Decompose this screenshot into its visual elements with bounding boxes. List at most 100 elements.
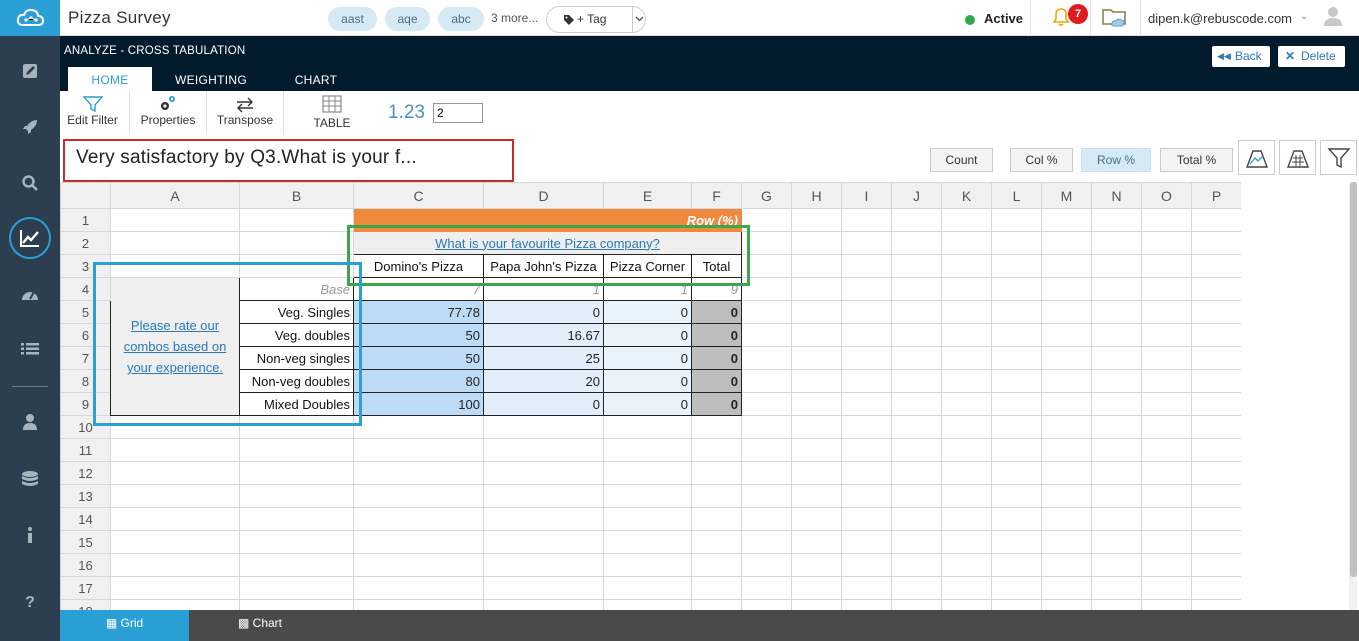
value-cell[interactable]: 0 xyxy=(603,323,692,347)
user-email[interactable]: dipen.k@rebuscode.com xyxy=(1148,11,1292,26)
grid-cell[interactable] xyxy=(353,530,484,554)
grid-cell[interactable] xyxy=(991,392,1042,416)
grid-cell[interactable] xyxy=(1091,231,1142,255)
delete-button[interactable]: ✕ Delete xyxy=(1278,46,1345,67)
grid-cell[interactable] xyxy=(791,277,842,301)
add-tag-button[interactable]: + Tag xyxy=(546,6,646,33)
grid-cell[interactable] xyxy=(841,599,892,610)
grid-cell[interactable] xyxy=(841,369,892,393)
grid-cell[interactable] xyxy=(1141,599,1192,610)
grid-cell[interactable] xyxy=(841,415,892,439)
grid-cell[interactable] xyxy=(1041,415,1092,439)
grid-cell[interactable] xyxy=(841,461,892,485)
grid-cell[interactable] xyxy=(239,599,354,610)
grid-cell[interactable] xyxy=(1041,507,1092,531)
grid-cell[interactable] xyxy=(110,576,240,600)
grid-cell[interactable] xyxy=(1191,369,1241,393)
grid-cell[interactable] xyxy=(841,323,892,347)
grid-cell[interactable] xyxy=(691,553,742,577)
grid-cell[interactable] xyxy=(791,461,842,485)
grid-cell[interactable] xyxy=(691,576,742,600)
grid-cell[interactable] xyxy=(1141,231,1192,255)
grid-cell[interactable] xyxy=(991,300,1042,324)
grid-cell[interactable] xyxy=(110,599,240,610)
column-header[interactable]: M xyxy=(1041,182,1092,209)
decimal-places-input[interactable] xyxy=(433,103,483,123)
grid-cell[interactable] xyxy=(1191,208,1241,232)
value-cell[interactable]: 100 xyxy=(353,392,484,416)
column-header[interactable]: D xyxy=(483,182,604,209)
grid-cell[interactable] xyxy=(1191,254,1241,278)
grid-cell[interactable] xyxy=(941,461,992,485)
grid-cell[interactable] xyxy=(891,231,942,255)
col-percent-button[interactable]: Col % xyxy=(1010,148,1073,172)
value-cell[interactable]: 20 xyxy=(483,369,604,393)
grid-cell[interactable] xyxy=(1091,415,1142,439)
grid-cell[interactable] xyxy=(1191,346,1241,370)
grid-cell[interactable] xyxy=(1041,277,1092,301)
grid-cell[interactable] xyxy=(1191,484,1241,508)
grid-cell[interactable] xyxy=(1041,254,1092,278)
grid-cell[interactable] xyxy=(1091,346,1142,370)
grid-cell[interactable] xyxy=(1041,553,1092,577)
search-icon[interactable] xyxy=(0,163,60,203)
column-header[interactable]: C xyxy=(353,182,484,209)
grid-cell[interactable] xyxy=(1091,553,1142,577)
grid-cell[interactable] xyxy=(1141,484,1192,508)
column-header[interactable]: J xyxy=(891,182,942,209)
grid-cell[interactable] xyxy=(891,530,942,554)
grid-cell[interactable] xyxy=(941,484,992,508)
grid-cell[interactable] xyxy=(1091,323,1142,347)
grid-cell[interactable] xyxy=(1091,392,1142,416)
database-icon[interactable] xyxy=(0,460,60,500)
grid-cell[interactable] xyxy=(991,461,1042,485)
grid-cell[interactable] xyxy=(110,231,240,255)
grid-cell[interactable] xyxy=(603,438,692,462)
grid-cell[interactable] xyxy=(1041,484,1092,508)
grid-cell[interactable] xyxy=(741,369,792,393)
grid-cell[interactable] xyxy=(891,553,942,577)
grid-cell[interactable] xyxy=(891,254,942,278)
grid-cell[interactable] xyxy=(841,484,892,508)
column-header[interactable]: I xyxy=(841,182,892,209)
grid-cell[interactable] xyxy=(353,438,484,462)
grid-cell[interactable] xyxy=(891,277,942,301)
grid-cell[interactable] xyxy=(891,599,942,610)
grid-cell[interactable] xyxy=(1091,484,1142,508)
grid-cell[interactable] xyxy=(741,553,792,577)
grid-cell[interactable] xyxy=(991,599,1042,610)
grid-cell[interactable] xyxy=(1091,461,1142,485)
grid-cell[interactable] xyxy=(991,415,1042,439)
grid-cell[interactable] xyxy=(941,507,992,531)
grid-cell[interactable] xyxy=(841,392,892,416)
value-cell[interactable]: 0 xyxy=(603,392,692,416)
value-cell[interactable]: 0 xyxy=(483,300,604,324)
grid-cell[interactable] xyxy=(941,599,992,610)
grid-cell[interactable] xyxy=(941,346,992,370)
grid-cell[interactable] xyxy=(991,369,1042,393)
grid-cell[interactable] xyxy=(691,507,742,531)
grid-cell[interactable] xyxy=(1041,392,1092,416)
tag-pill[interactable]: abc xyxy=(438,7,484,31)
filter-icon[interactable] xyxy=(1320,140,1357,175)
help-icon[interactable]: ? xyxy=(0,583,60,623)
grid-cell[interactable] xyxy=(353,461,484,485)
grid-cell[interactable] xyxy=(791,507,842,531)
scrollbar-thumb[interactable] xyxy=(1350,182,1357,577)
grid-cell[interactable] xyxy=(110,530,240,554)
grid-cell[interactable] xyxy=(1091,438,1142,462)
grid-cell[interactable] xyxy=(110,208,240,232)
grid-cell[interactable] xyxy=(841,576,892,600)
grid-cell[interactable] xyxy=(483,507,604,531)
grid-cell[interactable] xyxy=(1041,530,1092,554)
value-cell[interactable]: 16.67 xyxy=(483,323,604,347)
grid-cell[interactable] xyxy=(483,530,604,554)
grid-cell[interactable] xyxy=(1041,208,1092,232)
grid-cell[interactable] xyxy=(239,438,354,462)
grid-cell[interactable] xyxy=(603,553,692,577)
grid-cell[interactable] xyxy=(841,208,892,232)
tag-pill[interactable]: aast xyxy=(328,7,377,31)
grid-cell[interactable] xyxy=(1091,208,1142,232)
grid-cell[interactable] xyxy=(353,576,484,600)
grid-cell[interactable] xyxy=(1091,254,1142,278)
